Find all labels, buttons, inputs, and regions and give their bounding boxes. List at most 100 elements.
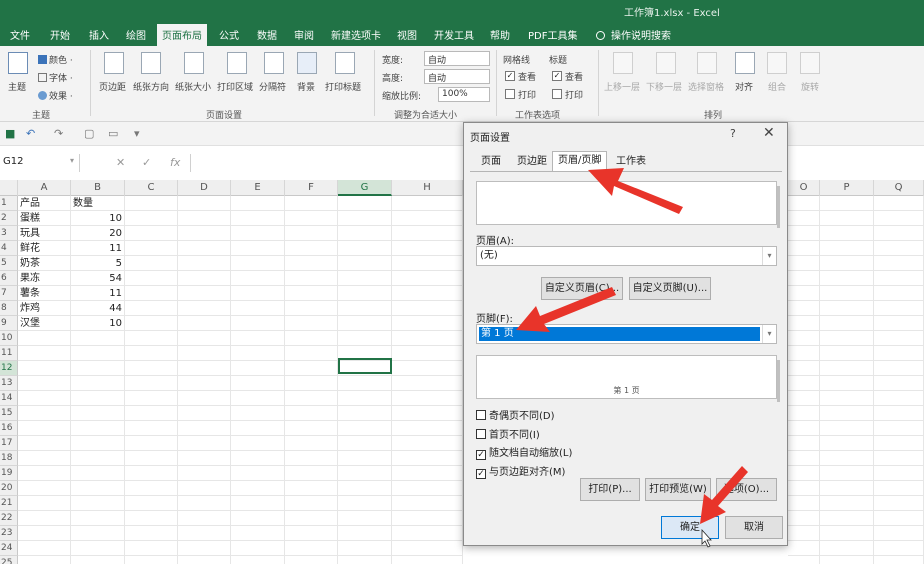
row-header[interactable]: 12 <box>0 361 18 376</box>
cell[interactable] <box>338 196 392 211</box>
cell[interactable] <box>874 391 924 406</box>
row-header[interactable]: 10 <box>0 331 18 346</box>
cell[interactable] <box>338 436 392 451</box>
header-select[interactable]: (无) ▾ <box>476 246 777 266</box>
print-button[interactable]: 打印(P)... <box>580 478 640 501</box>
cell[interactable] <box>71 376 125 391</box>
cell[interactable] <box>392 316 463 331</box>
cell[interactable] <box>392 271 463 286</box>
cell[interactable] <box>231 241 285 256</box>
fonts-button[interactable]: 字体 · <box>38 71 73 84</box>
scale-with-document-checkbox[interactable]: ✓ 随文档自动缩放(L) <box>476 444 572 460</box>
cell[interactable] <box>392 511 463 526</box>
cancel-entry-icon[interactable]: ✕ <box>116 156 125 169</box>
name-box-dropdown-icon[interactable]: ▾ <box>70 156 74 165</box>
cell[interactable]: 10 <box>71 316 125 331</box>
cell[interactable] <box>178 361 231 376</box>
cell[interactable] <box>788 541 820 556</box>
headings-view-checkbox[interactable]: ✓ <box>552 71 562 81</box>
cell[interactable] <box>874 196 924 211</box>
bring-forward-button[interactable]: 上移一层 <box>604 80 640 93</box>
tab-review[interactable]: 审阅 <box>294 27 314 42</box>
cell[interactable] <box>231 346 285 361</box>
cell[interactable] <box>874 271 924 286</box>
cell[interactable] <box>392 286 463 301</box>
cell[interactable] <box>874 466 924 481</box>
cell[interactable] <box>788 361 820 376</box>
cell[interactable]: 鲜花 <box>18 241 71 256</box>
cell[interactable] <box>820 226 874 241</box>
print-titles-button[interactable]: 打印标题 <box>325 80 361 93</box>
cell[interactable] <box>125 541 178 556</box>
row-header[interactable]: 24 <box>0 541 18 556</box>
tab-sheet[interactable]: 工作表 <box>611 153 651 171</box>
cell[interactable] <box>18 421 71 436</box>
print-area-button[interactable]: 打印区域 <box>217 80 253 93</box>
column-header[interactable]: Q <box>874 180 924 196</box>
cell[interactable] <box>178 496 231 511</box>
cell[interactable] <box>392 226 463 241</box>
cell[interactable] <box>125 256 178 271</box>
cell[interactable] <box>18 406 71 421</box>
row-header[interactable]: 4 <box>0 241 18 256</box>
cell[interactable] <box>392 496 463 511</box>
tab-header-footer[interactable]: 页眉/页脚 <box>552 151 608 172</box>
cell[interactable] <box>788 526 820 541</box>
cell[interactable] <box>874 406 924 421</box>
gridlines-view-checkbox[interactable]: ✓ <box>505 71 515 81</box>
cell[interactable] <box>231 316 285 331</box>
cell[interactable] <box>71 496 125 511</box>
cell[interactable] <box>125 331 178 346</box>
cell[interactable] <box>231 271 285 286</box>
undo-icon[interactable]: ↶ <box>26 127 35 140</box>
cell[interactable] <box>874 226 924 241</box>
cell[interactable] <box>788 241 820 256</box>
cell[interactable] <box>125 451 178 466</box>
cell[interactable] <box>178 556 231 564</box>
cell[interactable] <box>178 466 231 481</box>
cell[interactable] <box>820 451 874 466</box>
cell[interactable] <box>125 466 178 481</box>
row-header[interactable]: 1 <box>0 196 18 211</box>
cell[interactable] <box>788 466 820 481</box>
cell[interactable] <box>125 391 178 406</box>
row-header[interactable]: 19 <box>0 466 18 481</box>
cell[interactable] <box>178 211 231 226</box>
cell[interactable] <box>231 376 285 391</box>
cell[interactable] <box>338 331 392 346</box>
row-header[interactable]: 17 <box>0 436 18 451</box>
cell[interactable] <box>285 481 338 496</box>
cell[interactable] <box>788 331 820 346</box>
cell[interactable] <box>788 496 820 511</box>
cell[interactable]: 薯条 <box>18 286 71 301</box>
cell[interactable] <box>874 556 924 564</box>
cell[interactable] <box>874 286 924 301</box>
cell[interactable] <box>231 541 285 556</box>
cell[interactable] <box>125 421 178 436</box>
name-box[interactable]: G12 <box>0 154 80 172</box>
cell[interactable] <box>285 346 338 361</box>
cell[interactable] <box>788 406 820 421</box>
row-header[interactable]: 15 <box>0 406 18 421</box>
row-header[interactable]: 9 <box>0 316 18 331</box>
cell[interactable] <box>285 331 338 346</box>
cell[interactable] <box>231 226 285 241</box>
ok-button[interactable]: 确定 <box>661 516 719 539</box>
cell[interactable] <box>874 541 924 556</box>
cell[interactable] <box>392 211 463 226</box>
cell[interactable] <box>178 301 231 316</box>
tab-formulas[interactable]: 公式 <box>219 27 239 42</box>
cell[interactable] <box>820 316 874 331</box>
tab-file[interactable]: 文件 <box>10 27 30 42</box>
cell[interactable] <box>18 391 71 406</box>
themes-icon[interactable] <box>8 52 28 74</box>
cell[interactable] <box>874 511 924 526</box>
cell[interactable] <box>392 481 463 496</box>
print-area-icon[interactable] <box>227 52 247 74</box>
different-first-page-checkbox[interactable]: 首页不同(I) <box>476 426 540 441</box>
cell[interactable] <box>820 466 874 481</box>
cell[interactable] <box>71 511 125 526</box>
cell[interactable] <box>392 421 463 436</box>
cell[interactable] <box>178 406 231 421</box>
cell[interactable] <box>392 301 463 316</box>
